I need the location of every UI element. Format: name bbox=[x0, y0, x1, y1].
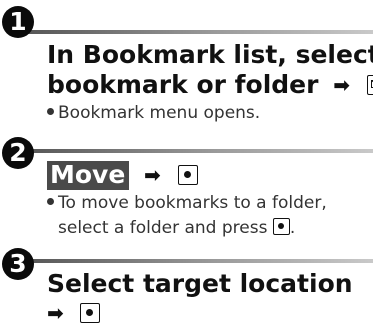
step-divider bbox=[22, 149, 373, 153]
center-key-icon bbox=[272, 218, 290, 235]
right-arrow-icon: ➡ bbox=[333, 73, 350, 97]
step-heading-line-2: bookmark or folder ➡ bbox=[47, 69, 373, 101]
move-menu-item: Move bbox=[47, 161, 130, 190]
step-number-badge: 2 bbox=[2, 137, 34, 169]
step-divider bbox=[22, 30, 373, 34]
center-key-icon bbox=[80, 303, 101, 323]
step-heading: Select target location bbox=[47, 268, 353, 299]
note-period: . bbox=[289, 218, 296, 238]
bullet-icon bbox=[47, 198, 54, 205]
heading-line: bookmark or folder bbox=[47, 70, 319, 99]
right-arrow-icon: ➡ bbox=[47, 301, 64, 325]
note-text: To move bookmarks to a folder, bbox=[58, 193, 327, 213]
heading-line: Select target location bbox=[47, 269, 353, 298]
step-divider bbox=[22, 259, 373, 263]
step-heading: Move ➡ bbox=[47, 159, 198, 191]
step-note: Bookmark menu opens. bbox=[47, 101, 260, 126]
note-text: select a folder and press bbox=[58, 218, 268, 238]
center-key-icon bbox=[177, 165, 198, 185]
step-heading: In Bookmark list, select bbox=[47, 39, 373, 70]
right-arrow-icon: ➡ bbox=[144, 163, 161, 187]
note-text: Bookmark menu opens. bbox=[58, 103, 261, 123]
step-number-badge: 1 bbox=[2, 6, 34, 38]
heading-line: In Bookmark list, select bbox=[47, 40, 373, 69]
step-note: To move bookmarks to a folder, bbox=[47, 191, 327, 216]
step-heading-line-2: ➡ bbox=[47, 297, 101, 329]
step-note-line-2: select a folder and press . bbox=[47, 216, 295, 241]
step-number-badge: 3 bbox=[2, 248, 34, 280]
bullet-icon bbox=[47, 108, 54, 115]
mail-key-icon bbox=[366, 75, 373, 95]
